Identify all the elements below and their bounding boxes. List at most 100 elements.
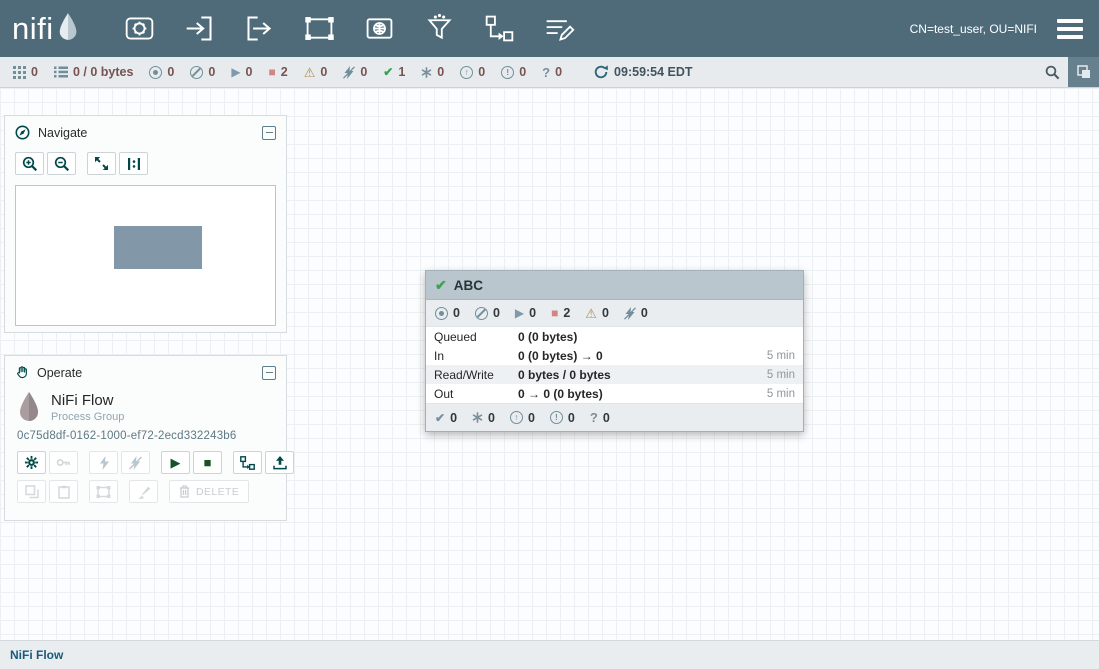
paste-icon (58, 485, 70, 499)
trash-icon (179, 485, 190, 498)
pg-stat-transmitting: 0 (435, 306, 460, 320)
process-group-abc[interactable]: ✔ ABC 0 0 ▶ 0 ■ 2 ⚠ 0 (425, 270, 804, 432)
pg-footer-sync-failure: ? 0 (590, 411, 610, 425)
not-transmitting-icon (190, 66, 203, 79)
status-disabled: 0 (343, 65, 367, 79)
remote-process-group-icon[interactable] (363, 12, 396, 45)
status-transmitting: 0 (149, 65, 174, 79)
gear-icon (24, 455, 39, 470)
running-icon: ▶ (515, 307, 524, 319)
pg-footer-up-to-date: ✔ 0 (435, 411, 457, 425)
pg-row-queued: Queued 0 (0 bytes) (426, 327, 803, 346)
delete-button[interactable]: DELETE (169, 480, 249, 503)
not-transmitting-icon (475, 307, 488, 320)
status-up-to-date: ✔ 1 (383, 65, 405, 79)
configure-button[interactable] (17, 451, 46, 474)
app-header: nifi (0, 0, 1099, 57)
status-invalid: ⚠ 0 (304, 65, 328, 79)
pg-row-out: Out 0 → 0 (0 bytes) 5 min (426, 384, 803, 403)
delete-label: DELETE (196, 486, 239, 498)
locally-modified-icon (421, 67, 432, 78)
pg-row-in: In 0 (0 bytes) → 0 5 min (426, 346, 803, 365)
collapse-navigate-button[interactable] (262, 126, 276, 140)
nifi-canvas-page: nifi (0, 0, 1099, 669)
start-button[interactable]: ▶ (161, 451, 190, 474)
copy-icon (25, 485, 39, 499)
stopped-icon: ■ (269, 66, 276, 78)
component-toolbar (123, 12, 576, 45)
stop-button[interactable]: ■ (193, 451, 222, 474)
start-icon: ▶ (171, 456, 181, 469)
invalid-icon: ⚠ (585, 307, 597, 320)
paste-button[interactable] (49, 480, 78, 503)
navigate-title: Navigate (38, 126, 87, 140)
invalid-icon: ⚠ (304, 66, 316, 79)
status-bar-right (1037, 57, 1099, 87)
process-group-stats: 0 0 ▶ 0 ■ 2 ⚠ 0 0 (426, 300, 803, 327)
search-icon (1045, 65, 1060, 80)
birdseye-minimap[interactable] (15, 185, 276, 326)
color-button[interactable] (129, 480, 158, 503)
collapse-operate-button[interactable] (262, 366, 276, 380)
locally-modified-stale-icon: ! (501, 66, 514, 79)
upload-template-button[interactable] (265, 451, 294, 474)
zoom-in-button[interactable] (15, 152, 44, 175)
label-icon[interactable] (543, 12, 576, 45)
disable-button[interactable] (121, 451, 150, 474)
navigate-panel: Navigate (4, 115, 287, 333)
bulletin-panel-toggle[interactable] (1068, 57, 1099, 87)
last-refreshed-time: 09:59:54 EDT (614, 65, 693, 79)
search-button[interactable] (1037, 57, 1068, 87)
status-locally-modified: 0 (421, 65, 444, 79)
status-stale: ↑ 0 (460, 65, 485, 79)
version-up-to-date-icon: ✔ (435, 278, 447, 292)
access-policies-button[interactable] (49, 451, 78, 474)
status-not-transmitting: 0 (190, 65, 215, 79)
create-template-button[interactable] (233, 451, 262, 474)
nifi-drop-icon (57, 12, 79, 47)
global-menu-icon[interactable] (1055, 17, 1085, 41)
breadcrumb-bar: NiFi Flow (0, 640, 1099, 669)
stop-icon: ■ (204, 456, 212, 469)
transmitting-icon (435, 307, 448, 320)
pg-stat-invalid: ⚠ 0 (585, 306, 609, 320)
breadcrumb-root[interactable]: NiFi Flow (10, 648, 63, 662)
upload-icon (273, 456, 287, 470)
pg-row-read-write: Read/Write 0 bytes / 0 bytes 5 min (426, 365, 803, 384)
selected-component-name: NiFi Flow (51, 392, 124, 409)
group-button[interactable] (89, 480, 118, 503)
process-group-icon[interactable] (303, 12, 336, 45)
running-icon: ▶ (231, 66, 240, 78)
header-right: CN=test_user, OU=NIFI (910, 17, 1099, 41)
operate-toolbar-row-1: ▶ ■ (17, 451, 274, 474)
template-flow-icon (240, 456, 255, 470)
input-port-icon[interactable] (183, 12, 216, 45)
process-group-version-footer: ✔ 0 0 ↑ 0 ! 0 ? 0 (426, 403, 803, 431)
group-icon (96, 485, 111, 499)
operate-panel: Operate NiFi Flow Process Group 0c75d8df… (4, 355, 287, 521)
nifi-logo-text: nifi (12, 13, 54, 44)
locally-modified-icon (472, 412, 483, 423)
stale-icon: ↑ (510, 411, 523, 424)
transmitting-icon (149, 66, 162, 79)
pg-footer-locally-modified: 0 (472, 411, 495, 425)
copy-button[interactable] (17, 480, 46, 503)
pg-stat-running: ▶ 0 (515, 306, 536, 320)
key-icon (56, 455, 71, 470)
funnel-icon[interactable] (423, 12, 456, 45)
operate-body: NiFi Flow Process Group 0c75d8df-0162-10… (5, 389, 286, 513)
compass-icon (15, 125, 30, 140)
output-port-icon[interactable] (243, 12, 276, 45)
zoom-out-icon (54, 156, 70, 172)
zoom-out-button[interactable] (47, 152, 76, 175)
processor-icon[interactable] (123, 12, 156, 45)
zoom-fit-button[interactable] (87, 152, 116, 175)
enable-button[interactable] (89, 451, 118, 474)
status-sync-failure: ? 0 (542, 65, 562, 79)
zoom-actual-size-button[interactable] (119, 152, 148, 175)
refresh-control[interactable]: 09:59:54 EDT (594, 65, 693, 79)
template-icon[interactable] (483, 12, 516, 45)
navigate-toolbar (5, 149, 286, 183)
current-user: CN=test_user, OU=NIFI (910, 22, 1037, 36)
panel-icon (1077, 65, 1091, 79)
